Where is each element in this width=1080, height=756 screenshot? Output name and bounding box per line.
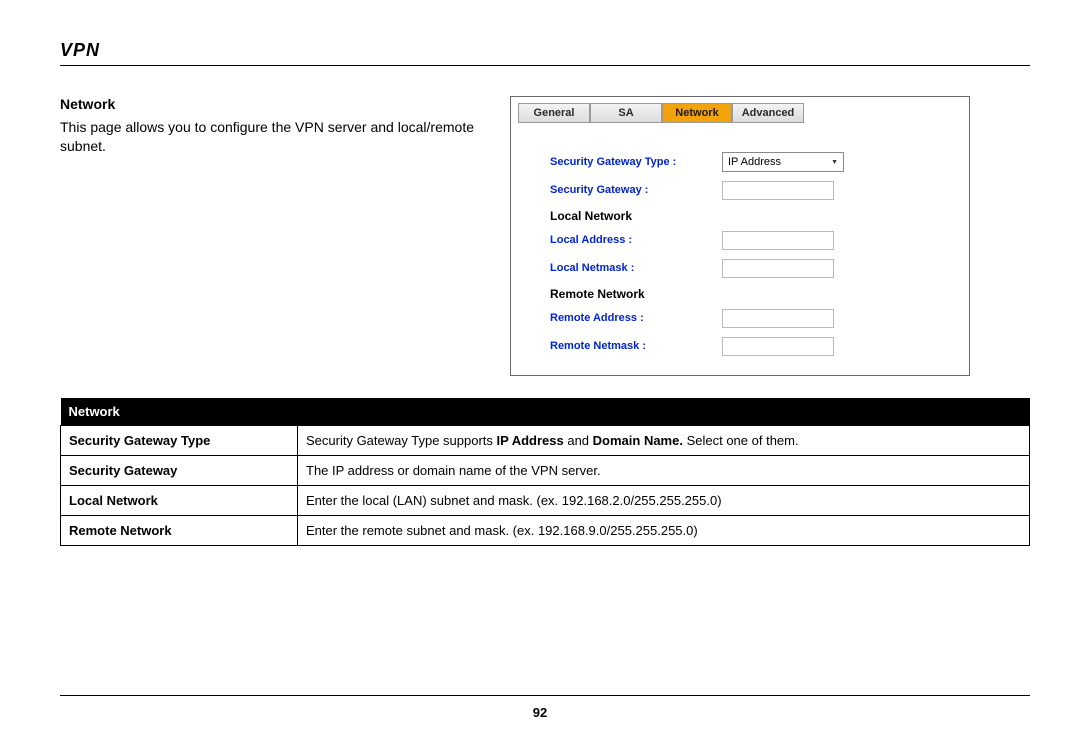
input-remote-address[interactable] — [722, 309, 834, 328]
input-local-address[interactable] — [722, 231, 834, 250]
input-security-gateway[interactable] — [722, 181, 834, 200]
select-value: IP Address — [728, 156, 781, 168]
label-security-gateway: Security Gateway : — [550, 184, 722, 196]
label-local-address: Local Address : — [550, 234, 722, 246]
tab-general[interactable]: General — [518, 103, 590, 123]
param-desc: The IP address or domain name of the VPN… — [298, 456, 1030, 486]
intro-text: This page allows you to configure the VP… — [60, 118, 490, 156]
input-local-netmask[interactable] — [722, 259, 834, 278]
bottom-rule — [60, 695, 1030, 696]
param-desc: Security Gateway Type supports IP Addres… — [298, 426, 1030, 456]
page-title: VPN — [60, 40, 1030, 61]
label-security-gateway-type: Security Gateway Type : — [550, 156, 722, 168]
param-table-header: Network — [61, 398, 1030, 426]
param-desc: Enter the local (LAN) subnet and mask. (… — [298, 486, 1030, 516]
table-row: Local Network Enter the local (LAN) subn… — [61, 486, 1030, 516]
heading-remote-network: Remote Network — [550, 287, 936, 301]
table-row: Security Gateway Type Security Gateway T… — [61, 426, 1030, 456]
label-local-netmask: Local Netmask : — [550, 262, 722, 274]
tab-bar: General SA Network Advanced — [518, 103, 962, 123]
param-desc: Enter the remote subnet and mask. (ex. 1… — [298, 516, 1030, 546]
select-security-gateway-type[interactable]: IP Address ▼ — [722, 152, 844, 172]
heading-local-network: Local Network — [550, 209, 936, 223]
config-screenshot: General SA Network Advanced Security Gat… — [510, 96, 970, 376]
top-rule — [60, 65, 1030, 66]
table-row: Remote Network Enter the remote subnet a… — [61, 516, 1030, 546]
param-table: Network Security Gateway Type Security G… — [60, 398, 1030, 546]
tab-sa[interactable]: SA — [590, 103, 662, 123]
label-remote-address: Remote Address : — [550, 312, 722, 324]
chevron-down-icon: ▼ — [831, 159, 838, 166]
intro-heading: Network — [60, 96, 490, 112]
tab-advanced[interactable]: Advanced — [732, 103, 804, 123]
table-row: Security Gateway The IP address or domai… — [61, 456, 1030, 486]
tab-network[interactable]: Network — [662, 103, 732, 123]
page-number: 92 — [0, 705, 1080, 720]
intro-block: Network This page allows you to configur… — [60, 96, 490, 156]
param-name: Security Gateway — [61, 456, 298, 486]
label-remote-netmask: Remote Netmask : — [550, 340, 722, 352]
param-name: Remote Network — [61, 516, 298, 546]
param-name: Local Network — [61, 486, 298, 516]
input-remote-netmask[interactable] — [722, 337, 834, 356]
param-name: Security Gateway Type — [61, 426, 298, 456]
